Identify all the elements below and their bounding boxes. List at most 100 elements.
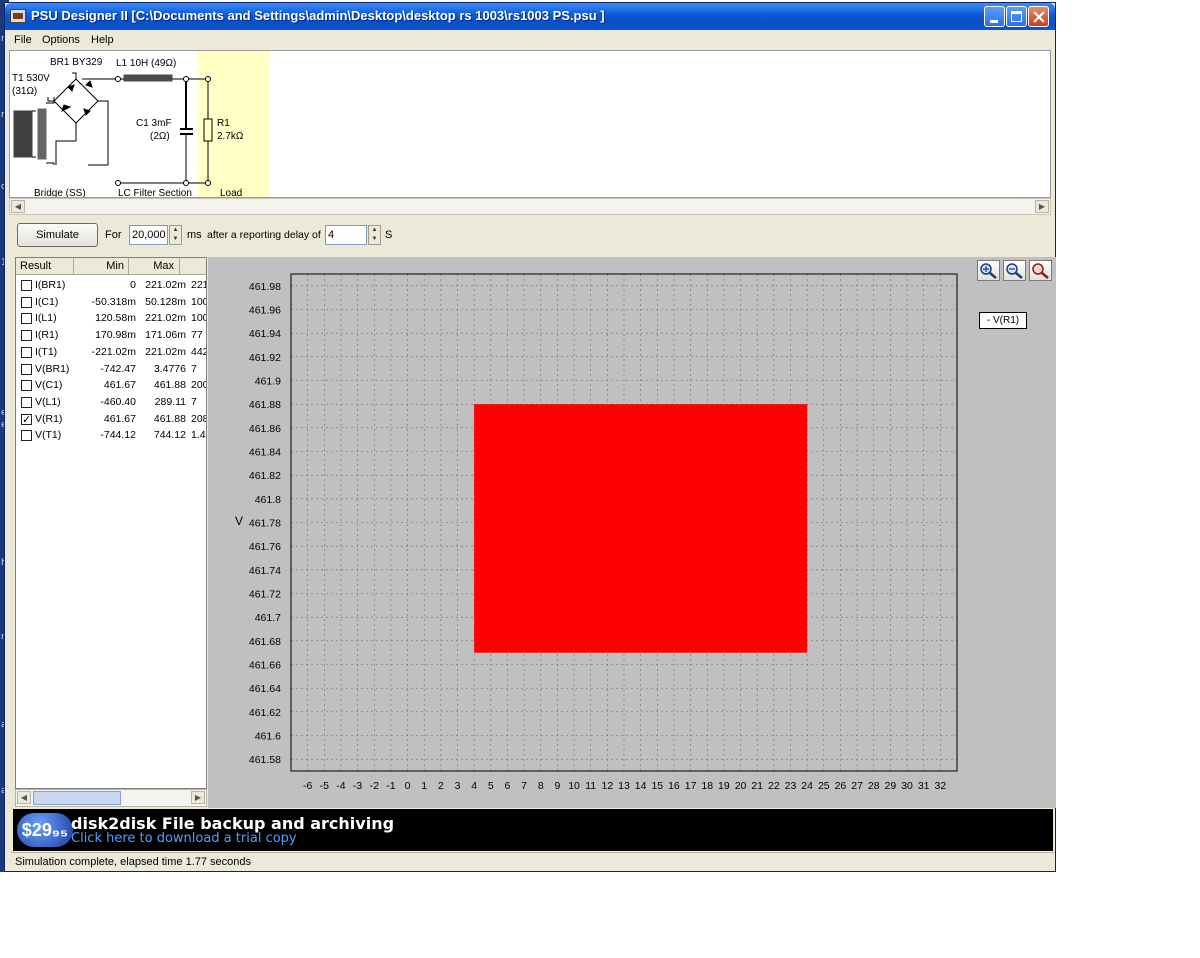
title-bar[interactable]: PSU Designer II [C:\Documents and Settin… bbox=[5, 3, 1055, 30]
transformer-symbol bbox=[13, 97, 55, 165]
result-extra: 100 bbox=[191, 295, 207, 308]
result-checkbox[interactable] bbox=[21, 346, 32, 358]
maximize-button[interactable] bbox=[1006, 6, 1027, 27]
table-row[interactable]: I(BR1) 0 221.02m 221 bbox=[16, 277, 207, 294]
simulate-button[interactable]: Simulate bbox=[17, 223, 98, 247]
x-tick-label: 7 bbox=[521, 780, 527, 792]
result-name: V(L1) bbox=[35, 395, 61, 408]
y-tick-label: 461.76 bbox=[249, 541, 281, 553]
result-checkbox[interactable] bbox=[21, 313, 32, 325]
delay-input[interactable] bbox=[325, 225, 367, 245]
table-row[interactable]: I(T1) -221.02m 221.02m 442 bbox=[16, 344, 206, 361]
results-header-max[interactable]: Max bbox=[129, 258, 180, 275]
result-max: 461.88 bbox=[153, 379, 186, 392]
for-label: For bbox=[105, 229, 122, 241]
result-checkbox[interactable] bbox=[21, 396, 32, 408]
load-label: R1 bbox=[217, 118, 230, 129]
result-min: -221.02m bbox=[91, 345, 136, 358]
result-name: I(R1) bbox=[35, 329, 59, 342]
table-row[interactable]: V(BR1) -742.47 3.4776 7 bbox=[16, 361, 206, 378]
menu-bar: File Options Help bbox=[5, 30, 1055, 50]
capacitor-resistance: (2Ω) bbox=[150, 131, 170, 142]
result-checkbox[interactable] bbox=[21, 296, 32, 308]
scroll-right-arrow-icon[interactable]: ▶ bbox=[1035, 200, 1049, 213]
schematic-scrollbar[interactable]: ◀ ▶ bbox=[9, 198, 1051, 215]
table-row[interactable]: I(R1) 170.98m 171.06m 77 bbox=[16, 327, 206, 344]
schematic-panel[interactable]: BR1 BY329 L1 10H (49Ω) T1 530V (31Ω) C1 … bbox=[9, 50, 1051, 198]
ad-banner[interactable]: $29₉₅ disk2disk File backup and archivin… bbox=[13, 809, 1053, 851]
scrollbar-thumb[interactable] bbox=[33, 791, 121, 805]
x-tick-label: 16 bbox=[668, 780, 680, 792]
menu-help[interactable]: Help bbox=[91, 34, 114, 46]
results-scrollbar[interactable]: ◀ ▶ bbox=[15, 789, 207, 807]
y-tick-label: 461.74 bbox=[249, 565, 281, 577]
result-checkbox[interactable] bbox=[21, 380, 32, 392]
x-tick-label: 0 bbox=[405, 780, 411, 792]
table-row[interactable]: V(L1) -460.40 289.11 7 bbox=[16, 394, 206, 411]
x-tick-label: 8 bbox=[538, 780, 544, 792]
duration-spinner-icon[interactable]: ▲ ▼ bbox=[169, 225, 182, 245]
voltage-chart[interactable]: 461.98461.96461.94461.92461.9461.88461.8… bbox=[208, 257, 1056, 808]
banner-download-link[interactable]: Click here to download a trial copy bbox=[71, 831, 297, 846]
app-icon[interactable] bbox=[10, 9, 26, 23]
y-tick-label: 461.92 bbox=[249, 352, 281, 364]
result-checkbox[interactable] bbox=[21, 280, 32, 291]
duration-input[interactable] bbox=[129, 225, 168, 245]
x-tick-label: -3 bbox=[353, 780, 362, 792]
table-row[interactable]: I(C1) -50.318m 50.128m 100 bbox=[16, 294, 207, 311]
zoom-out-button[interactable] bbox=[1003, 260, 1026, 281]
choke-label: L1 10H (49Ω) bbox=[116, 58, 177, 69]
result-min: 0 bbox=[130, 279, 136, 291]
result-min: 170.98m bbox=[95, 329, 136, 342]
results-header-extra[interactable] bbox=[180, 258, 206, 275]
section-filter-label: LC Filter Section bbox=[118, 188, 192, 198]
results-table: Result Min Max I(BR1) 0 221.02m 221 I(C1) -50… bbox=[15, 257, 207, 789]
result-checkbox[interactable] bbox=[21, 363, 32, 375]
menu-options[interactable]: Options bbox=[42, 34, 80, 46]
result-checkbox[interactable] bbox=[21, 412, 32, 428]
zoom-reset-button[interactable] bbox=[1029, 260, 1052, 281]
resistor-symbol bbox=[203, 81, 213, 183]
close-button[interactable] bbox=[1028, 6, 1049, 27]
plot-panel[interactable]: 461.98 461.96 461.94 461.92 461.9 461.88 461.8… bbox=[208, 257, 1056, 808]
result-max: 744.12 bbox=[153, 429, 186, 442]
result-min: 120.58m bbox=[95, 312, 136, 325]
result-name: V(BR1) bbox=[35, 362, 70, 375]
table-row[interactable]: I(L1) 120.58m 221.02m 100 bbox=[16, 310, 206, 327]
s-label: S bbox=[385, 229, 393, 241]
delay-spinner-icon[interactable]: ▲ ▼ bbox=[368, 225, 381, 245]
x-tick-label: -6 bbox=[303, 780, 312, 792]
delay-label: after a reporting delay of bbox=[207, 229, 321, 241]
result-min: -742.47 bbox=[100, 362, 136, 375]
table-row[interactable]: V(R1) 461.67 461.88 208 bbox=[16, 411, 206, 428]
zoom-reset-icon bbox=[1032, 263, 1049, 279]
results-header-min[interactable]: Min bbox=[74, 258, 129, 275]
result-checkbox[interactable] bbox=[21, 330, 32, 342]
bridge-label: BR1 BY329 bbox=[50, 57, 103, 68]
result-max: 221.02m bbox=[145, 345, 186, 358]
x-tick-label: 2 bbox=[438, 780, 444, 792]
y-tick-label: 461.98 bbox=[249, 281, 281, 293]
zoom-out-icon bbox=[1006, 263, 1023, 279]
x-tick-label: 3 bbox=[455, 780, 461, 792]
table-row[interactable]: V(C1) 461.67 461.88 200 bbox=[16, 377, 206, 394]
scroll-left-arrow-icon[interactable]: ◀ bbox=[17, 791, 31, 804]
result-min: -460.40 bbox=[100, 395, 136, 408]
result-extra: 221 bbox=[191, 279, 207, 291]
section-load-label: Load bbox=[220, 188, 243, 198]
price-badge: $29₉₅ bbox=[17, 813, 73, 847]
y-tick-label: 461.58 bbox=[249, 754, 281, 766]
minimize-button[interactable] bbox=[984, 6, 1005, 27]
table-row[interactable]: V(T1) -744.12 744.12 1.4 bbox=[16, 427, 206, 444]
x-tick-label: 28 bbox=[868, 780, 880, 792]
x-tick-label: 13 bbox=[618, 780, 630, 792]
result-checkbox[interactable] bbox=[21, 430, 32, 442]
results-header-name[interactable]: Result bbox=[16, 258, 74, 275]
menu-file[interactable]: File bbox=[14, 34, 32, 46]
y-tick-label: 461.78 bbox=[249, 518, 281, 530]
bridge-rectifier-symbol bbox=[47, 72, 109, 166]
y-tick-label: 461.64 bbox=[249, 683, 281, 695]
zoom-in-button[interactable] bbox=[977, 260, 1000, 281]
scroll-left-arrow-icon[interactable]: ◀ bbox=[11, 200, 25, 213]
scroll-right-arrow-icon[interactable]: ▶ bbox=[191, 791, 205, 804]
